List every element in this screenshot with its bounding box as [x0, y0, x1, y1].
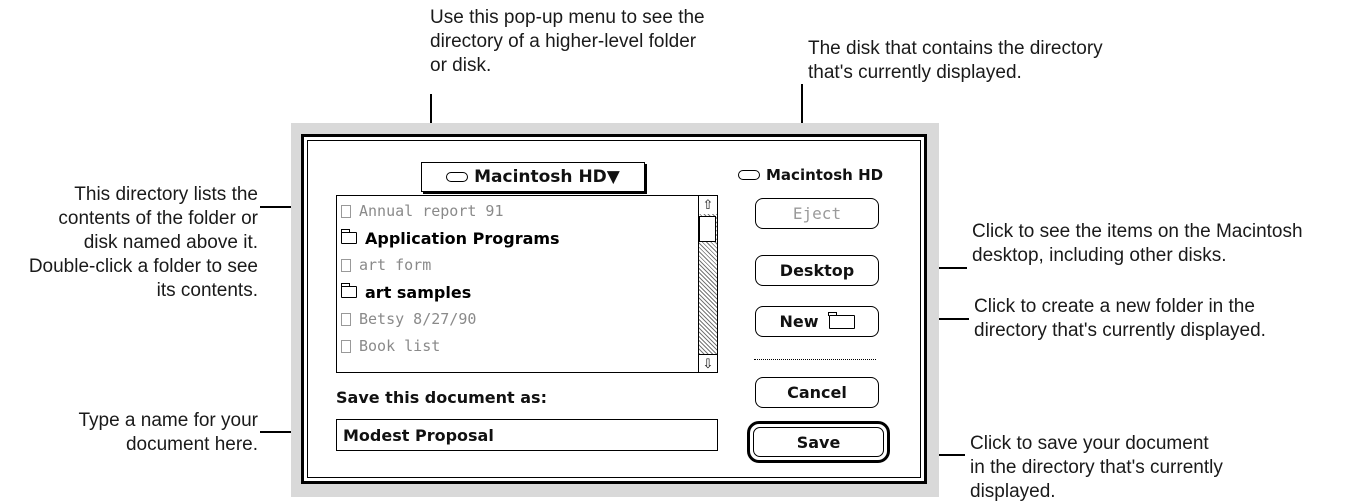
save-button[interactable]: Save — [747, 421, 890, 463]
folder-popup-menu[interactable]: Macintosh HD▼ — [421, 162, 645, 192]
callout-save: Click to save your document in the direc… — [970, 433, 1223, 502]
callout-new-folder: Click to create a new folder in the dire… — [974, 296, 1266, 341]
document-name-field[interactable]: Modest Proposal — [336, 419, 718, 451]
document-icon — [341, 204, 351, 218]
new-folder-button[interactable]: New — [755, 306, 879, 337]
button-divider — [754, 359, 876, 360]
popup-label: Macintosh HD▼ — [474, 167, 620, 187]
save-button-face: Save — [753, 427, 884, 457]
desktop-button[interactable]: Desktop — [755, 255, 879, 286]
folder-icon — [340, 283, 357, 298]
document-icon — [341, 339, 351, 353]
hard-disk-icon — [738, 170, 760, 180]
cancel-label: Cancel — [787, 383, 847, 402]
file-name: Application Programs — [365, 228, 560, 248]
new-label: New — [779, 312, 819, 331]
save-label: Save — [796, 432, 841, 452]
file-name: Annual report 91 — [359, 202, 504, 220]
eject-label: Eject — [792, 204, 842, 223]
file-list[interactable]: Annual report 91 Application Programs ar… — [336, 195, 718, 373]
hard-disk-icon — [446, 172, 469, 182]
list-item: Book list — [341, 333, 440, 359]
file-name: Book list — [359, 337, 441, 355]
file-name: art samples — [365, 282, 472, 302]
cancel-button[interactable]: Cancel — [755, 377, 879, 408]
callout-popup-menu: Use this pop-up menu to see the director… — [430, 7, 705, 76]
desktop-label: Desktop — [779, 261, 855, 280]
save-as-label: Save this document as: — [336, 388, 547, 407]
scroll-up-arrow-icon[interactable]: ⇧ — [699, 196, 717, 215]
callout-disk: The disk that contains the directory tha… — [808, 38, 1103, 83]
save-dialog: Macintosh HD▼ Macintosh HD Annual report… — [301, 134, 927, 484]
dialog-inner-frame: Macintosh HD▼ Macintosh HD Annual report… — [307, 140, 921, 478]
list-item[interactable]: art samples — [340, 279, 472, 305]
list-item: art form — [341, 252, 431, 278]
file-name: Betsy 8/27/90 — [359, 310, 477, 328]
file-name: art form — [359, 256, 432, 274]
scroll-down-arrow-icon[interactable]: ⇩ — [699, 354, 717, 373]
callout-desktop: Click to see the items on the Macintosh … — [972, 221, 1303, 266]
current-disk-label: Macintosh HD — [738, 166, 883, 184]
document-name-value: Modest Proposal — [343, 425, 494, 445]
document-icon — [341, 258, 351, 272]
list-item[interactable]: Application Programs — [340, 225, 560, 251]
document-icon — [341, 312, 351, 326]
callout-name-field: Type a name for your document here. — [78, 410, 258, 455]
list-item: Betsy 8/27/90 — [341, 306, 476, 332]
scroll-thumb[interactable] — [699, 216, 716, 242]
eject-button[interactable]: Eject — [755, 198, 879, 229]
list-item: Annual report 91 — [341, 198, 504, 224]
callout-directory: This directory lists the contents of the… — [28, 184, 258, 301]
disk-name: Macintosh HD — [766, 166, 884, 184]
folder-icon — [828, 311, 855, 329]
vertical-scrollbar[interactable]: ⇧ ⇩ — [698, 196, 717, 372]
folder-icon — [340, 229, 357, 244]
